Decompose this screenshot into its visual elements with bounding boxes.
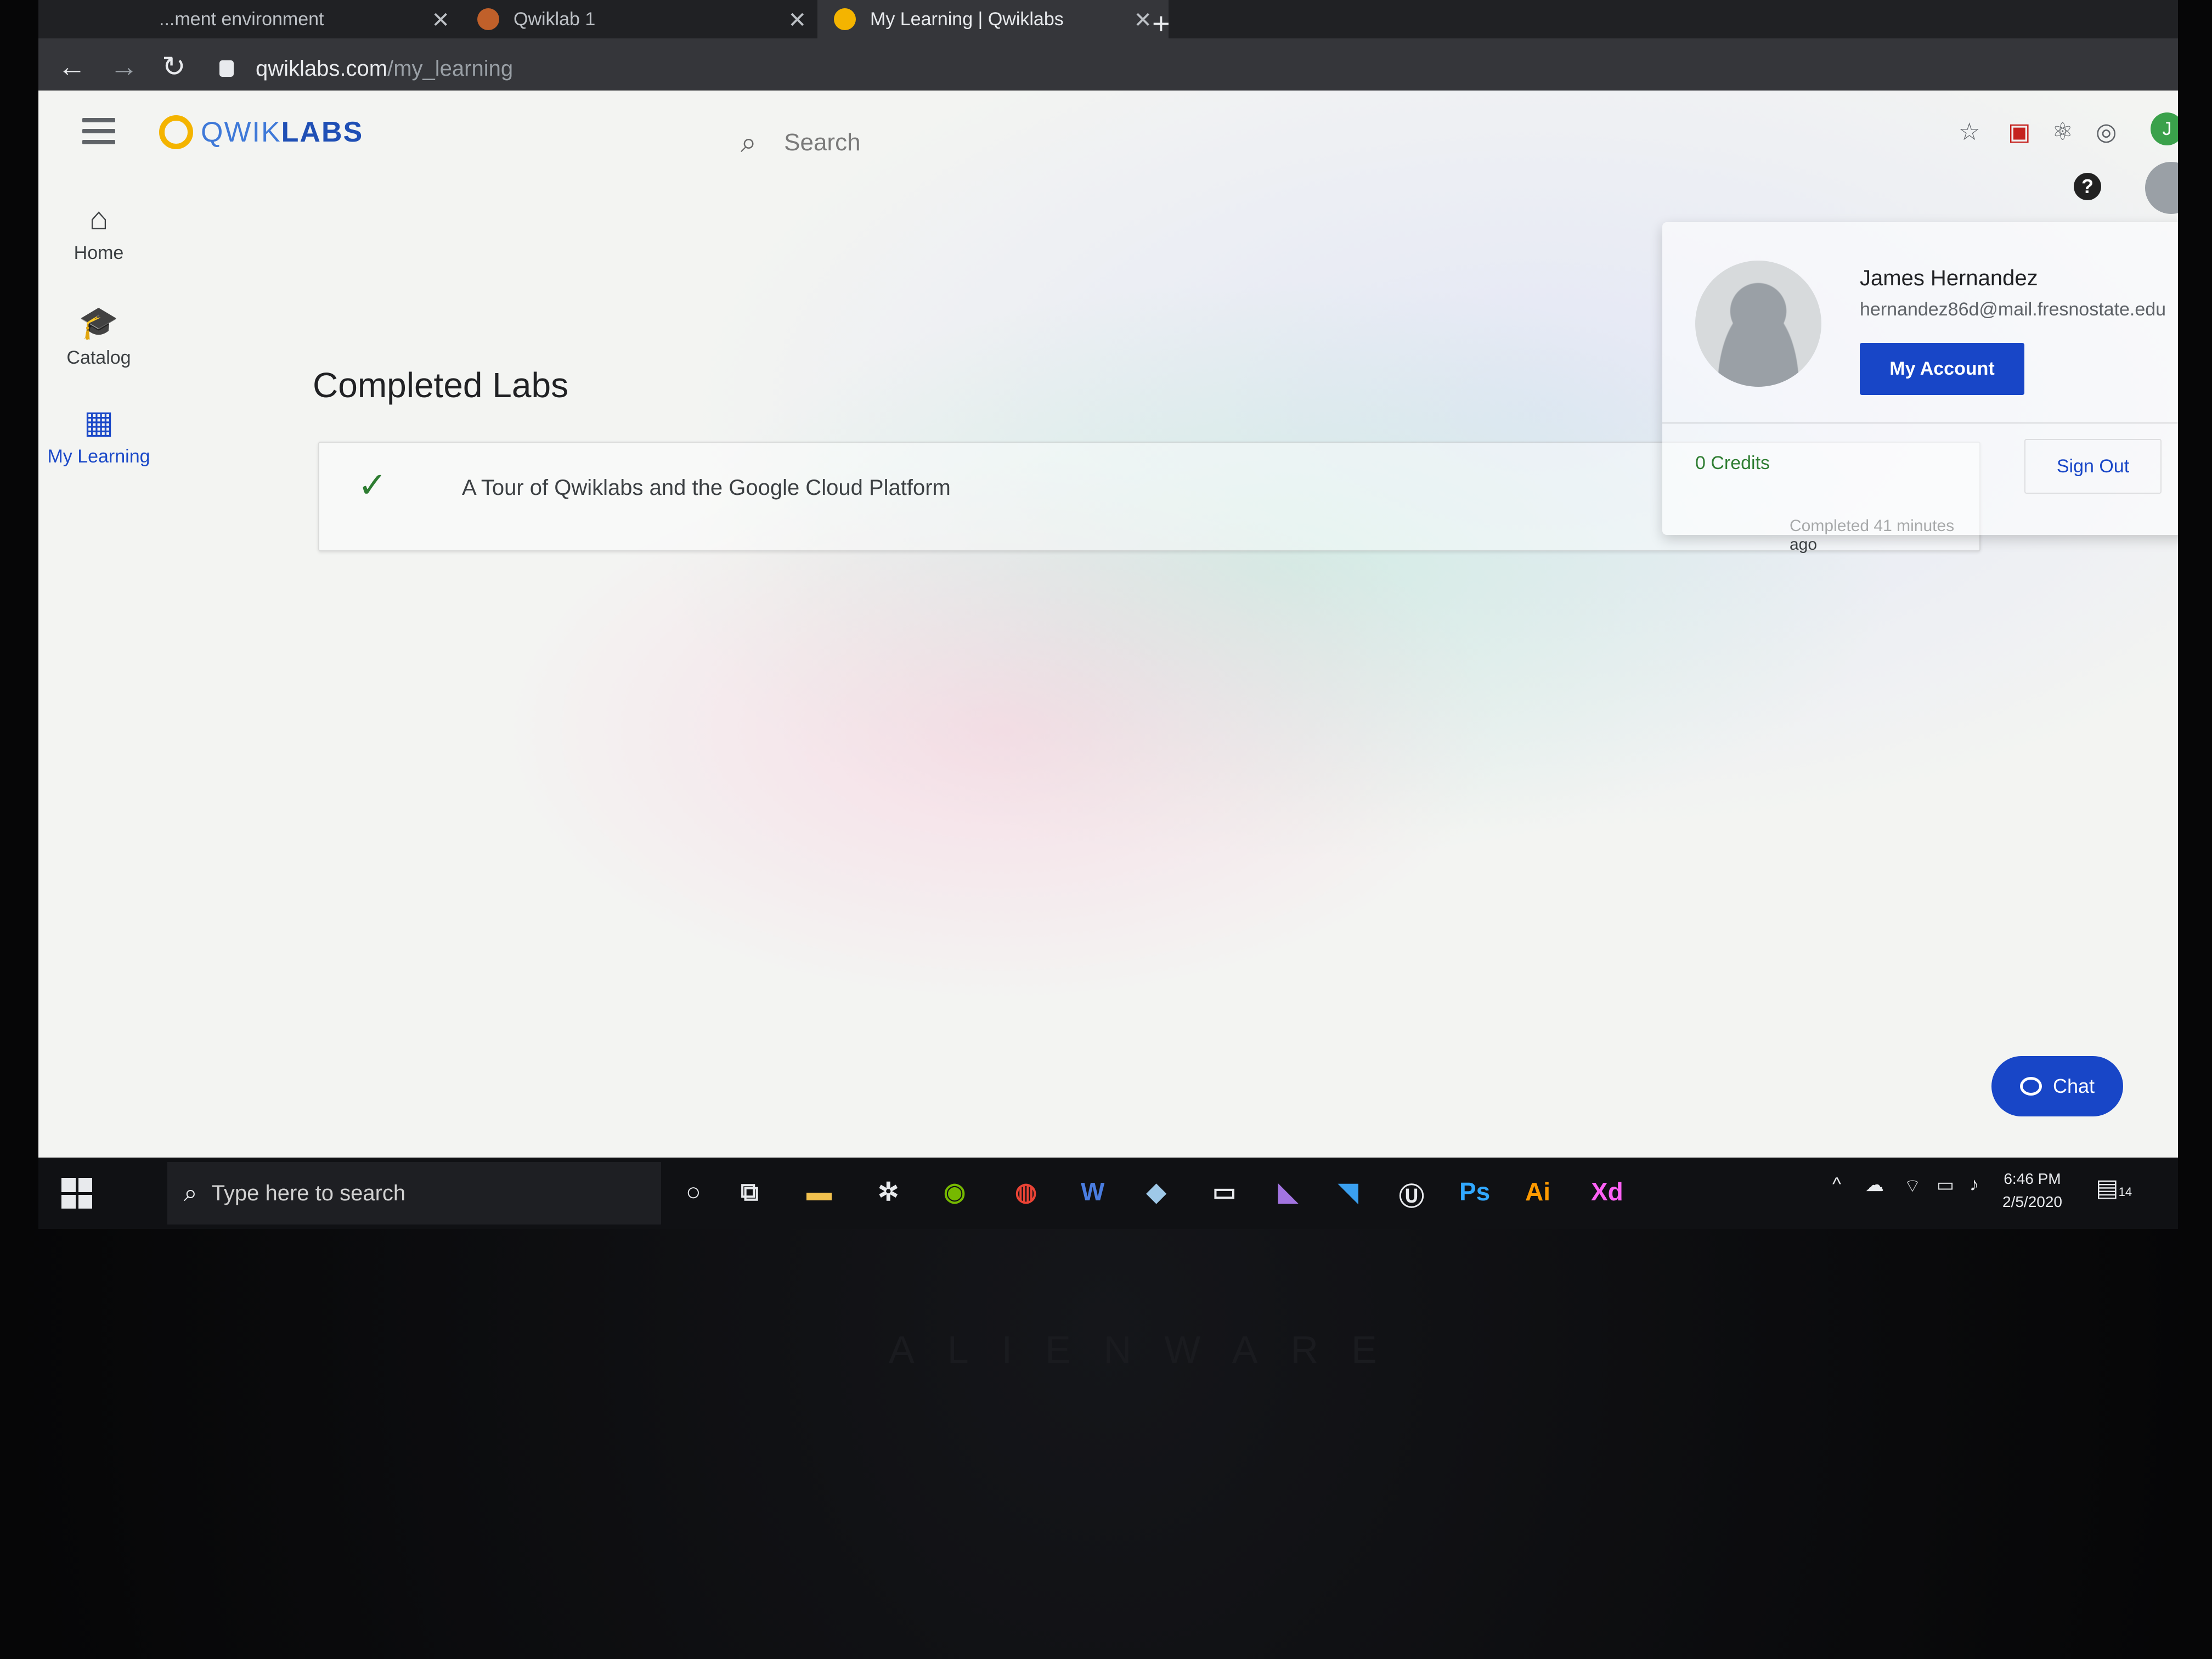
visual-studio-icon[interactable]: ◣ bbox=[1278, 1177, 1297, 1206]
file-explorer-icon[interactable]: ▬ bbox=[806, 1177, 832, 1206]
tab-close-icon[interactable]: ✕ bbox=[1133, 8, 1152, 33]
volume-icon[interactable]: ♪ bbox=[1970, 1174, 1979, 1195]
sign-out-button[interactable]: Sign Out bbox=[2024, 439, 2162, 494]
bookmark-star-icon[interactable]: ☆ bbox=[1959, 118, 1980, 146]
sidebar-item-label: Home bbox=[74, 242, 124, 263]
lock-icon bbox=[219, 60, 234, 77]
catalog-icon: 🎓 bbox=[78, 305, 119, 341]
battery-icon[interactable]: ▭ bbox=[1937, 1174, 1954, 1196]
url-path: /my_learning bbox=[387, 56, 514, 81]
clock-date: 2/5/2020 bbox=[2002, 1193, 2062, 1210]
account-menu: James Hernandez hernandez86d@mail.fresno… bbox=[1662, 222, 2178, 535]
search-icon: ⌕ bbox=[741, 126, 757, 159]
taskbar-search-input[interactable]: ⌕ Type here to search bbox=[167, 1162, 661, 1224]
search-icon: ⌕ bbox=[184, 1180, 198, 1206]
sidebar-item-my-learning[interactable]: ▦ My Learning bbox=[38, 403, 159, 467]
chevron-up-icon[interactable]: ^ bbox=[1832, 1174, 1841, 1195]
photoshop-icon[interactable]: Ps bbox=[1459, 1177, 1490, 1206]
task-view-icon[interactable]: ⧉ bbox=[741, 1177, 759, 1207]
tab-favicon-icon bbox=[477, 8, 499, 30]
cortana-icon[interactable]: ○ bbox=[686, 1177, 701, 1206]
chrome-profile-avatar[interactable]: J bbox=[2151, 112, 2178, 145]
sidebar-item-catalog[interactable]: 🎓 Catalog bbox=[38, 304, 159, 369]
my-account-button[interactable]: My Account bbox=[1860, 343, 2024, 395]
clock-time: 6:46 PM bbox=[2004, 1170, 2061, 1187]
illustrator-icon[interactable]: Ai bbox=[1525, 1177, 1550, 1206]
account-name: James Hernandez bbox=[1860, 266, 2038, 290]
help-icon[interactable]: ? bbox=[2074, 173, 2101, 200]
profile-avatar bbox=[1695, 261, 1821, 387]
chat-label: Chat bbox=[2052, 1075, 2095, 1097]
tab-close-icon[interactable]: ✕ bbox=[788, 8, 806, 33]
logo-mark-icon bbox=[159, 115, 193, 149]
qwiklabs-favicon-icon bbox=[834, 8, 856, 30]
forward-button[interactable]: → bbox=[110, 50, 138, 83]
laptop-brand-logo: ALIENWARE bbox=[889, 1328, 1410, 1371]
url-host: qwiklabs.com bbox=[256, 56, 388, 81]
extension-target-icon[interactable]: ◎ bbox=[2096, 118, 2117, 146]
reload-button[interactable]: ↻ bbox=[162, 50, 186, 83]
address-bar[interactable]: qwiklabs.com/my_learning bbox=[219, 44, 1975, 93]
qwiklabs-logo[interactable]: QWIKLABS bbox=[159, 115, 363, 149]
back-button[interactable]: ← bbox=[58, 50, 86, 83]
divider bbox=[1662, 422, 2178, 424]
windows-taskbar: ⌕ Type here to search ○ ⧉ ▬ ✲ ◉ ◍ W ◆ ▭ … bbox=[38, 1158, 2178, 1229]
sidebar-item-home[interactable]: ⌂ Home bbox=[38, 200, 159, 264]
sidebar-item-label: Catalog bbox=[66, 347, 131, 368]
unreal-icon[interactable]: Ⓤ bbox=[1399, 1177, 1424, 1213]
windows-start-icon[interactable] bbox=[55, 1171, 99, 1215]
nvidia-icon[interactable]: ◉ bbox=[944, 1177, 966, 1206]
page-title: Completed Labs bbox=[313, 365, 569, 405]
home-icon: ⌂ bbox=[89, 201, 109, 236]
sidebar-item-label: My Learning bbox=[47, 446, 150, 467]
chat-bubble-icon bbox=[2019, 1077, 2042, 1096]
tab-label: Qwiklab 1 bbox=[514, 8, 596, 30]
chat-button[interactable]: Chat bbox=[1991, 1056, 2123, 1116]
new-tab-button[interactable]: + bbox=[1152, 5, 1170, 41]
tab-label: ...ment environment bbox=[159, 8, 324, 30]
taskbar-search-placeholder: Type here to search bbox=[211, 1181, 406, 1205]
system-clock[interactable]: 6:46 PM 2/5/2020 bbox=[2002, 1167, 2062, 1214]
react-extension-icon[interactable]: ⚛ bbox=[2052, 118, 2073, 146]
wifi-icon[interactable]: ⌔ bbox=[1904, 1174, 1921, 1198]
calendar-icon: ▦ bbox=[83, 404, 114, 440]
app-header: QWIKLABS ⌕ Search ☆ ▣ ⚛ ◎ J ? bbox=[38, 91, 2178, 214]
lab-title[interactable]: A Tour of Qwiklabs and the Google Cloud … bbox=[462, 476, 951, 500]
pdf-extension-icon[interactable]: ▣ bbox=[2008, 118, 2031, 146]
menu-icon[interactable] bbox=[82, 118, 115, 145]
terminal-icon[interactable]: ▭ bbox=[1212, 1177, 1236, 1206]
search-placeholder: Search bbox=[784, 129, 861, 156]
onedrive-icon[interactable]: ☁ bbox=[1865, 1174, 1884, 1196]
account-email: hernandez86d@mail.fresnostate.edu bbox=[1860, 299, 2166, 320]
qwiklabs-page: QWIKLABS ⌕ Search ☆ ▣ ⚛ ◎ J ? ⌂ Home 🎓 C… bbox=[38, 91, 2178, 1158]
monitor-screen: ...ment environment ✕ Qwiklab 1 ✕ My Lea… bbox=[38, 0, 2178, 1229]
search-input[interactable]: ⌕ Search bbox=[741, 107, 1564, 178]
photo-stage: ...ment environment ✕ Qwiklab 1 ✕ My Lea… bbox=[0, 0, 2212, 1659]
xd-icon[interactable]: Xd bbox=[1591, 1177, 1623, 1206]
notification-count: 14 bbox=[2118, 1185, 2132, 1199]
checkmark-icon: ✓ bbox=[358, 465, 387, 505]
word-icon[interactable]: W bbox=[1081, 1177, 1104, 1206]
app-icon[interactable]: ✲ bbox=[878, 1177, 899, 1206]
tab-close-icon[interactable]: ✕ bbox=[431, 8, 450, 33]
credits-label: 0 Credits bbox=[1695, 453, 1770, 473]
chrome-icon[interactable]: ◍ bbox=[1015, 1177, 1037, 1206]
user-avatar[interactable] bbox=[2145, 162, 2178, 214]
browser-toolbar: ← → ↻ qwiklabs.com/my_learning bbox=[38, 38, 2178, 99]
notification-icon[interactable]: ▤14 bbox=[2096, 1174, 2132, 1202]
app-icon-2[interactable]: ◆ bbox=[1147, 1177, 1166, 1206]
tab-label: My Learning | Qwiklabs bbox=[870, 8, 1064, 30]
logo-text: QWIKLABS bbox=[201, 116, 364, 148]
vscode-icon[interactable]: ◥ bbox=[1339, 1177, 1358, 1206]
